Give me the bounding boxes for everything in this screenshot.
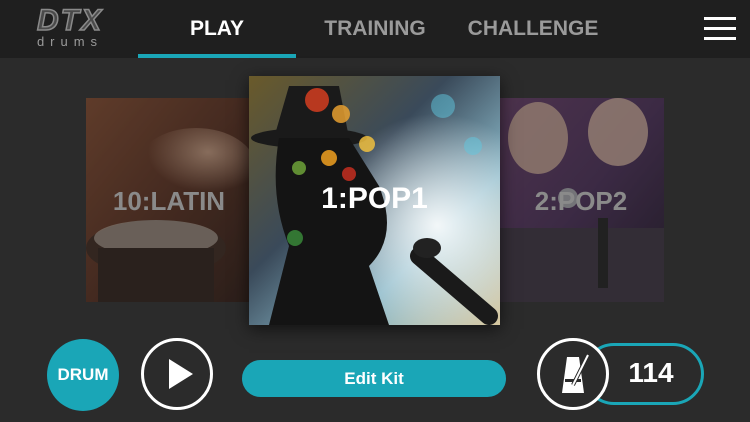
drum-button[interactable]: DRUM [47,339,119,411]
metronome-button[interactable] [537,338,609,410]
top-bar: DTX drums PLAY TRAINING CHALLENGE [0,0,750,58]
logo-text: DTX [36,3,103,38]
play-icon [169,359,193,389]
metronome-icon [562,354,590,393]
kit-card-latin[interactable]: 10:LATIN [86,98,252,302]
kit-card-label: 2:POP2 [534,186,628,216]
play-button[interactable] [141,338,213,410]
kit-card-label: 1:POP1 [321,182,428,215]
edit-kit-button[interactable]: Edit Kit [242,360,506,397]
active-tab-indicator [138,54,296,58]
tab-training[interactable]: TRAINING [312,14,438,44]
kit-card-pop1[interactable]: 1:POP1 [249,76,500,325]
hamburger-menu-icon[interactable] [700,12,740,46]
kit-card-label: 10:LATIN [112,186,226,216]
tab-challenge[interactable]: CHALLENGE [458,14,608,44]
tab-play[interactable]: PLAY [158,14,276,44]
logo-subtext: drums [36,34,104,49]
kit-card-pop2[interactable]: 2:POP2 [498,98,664,302]
dtx-drums-logo: DTX drums [14,3,126,50]
tempo-value[interactable]: 114 [612,345,690,401]
